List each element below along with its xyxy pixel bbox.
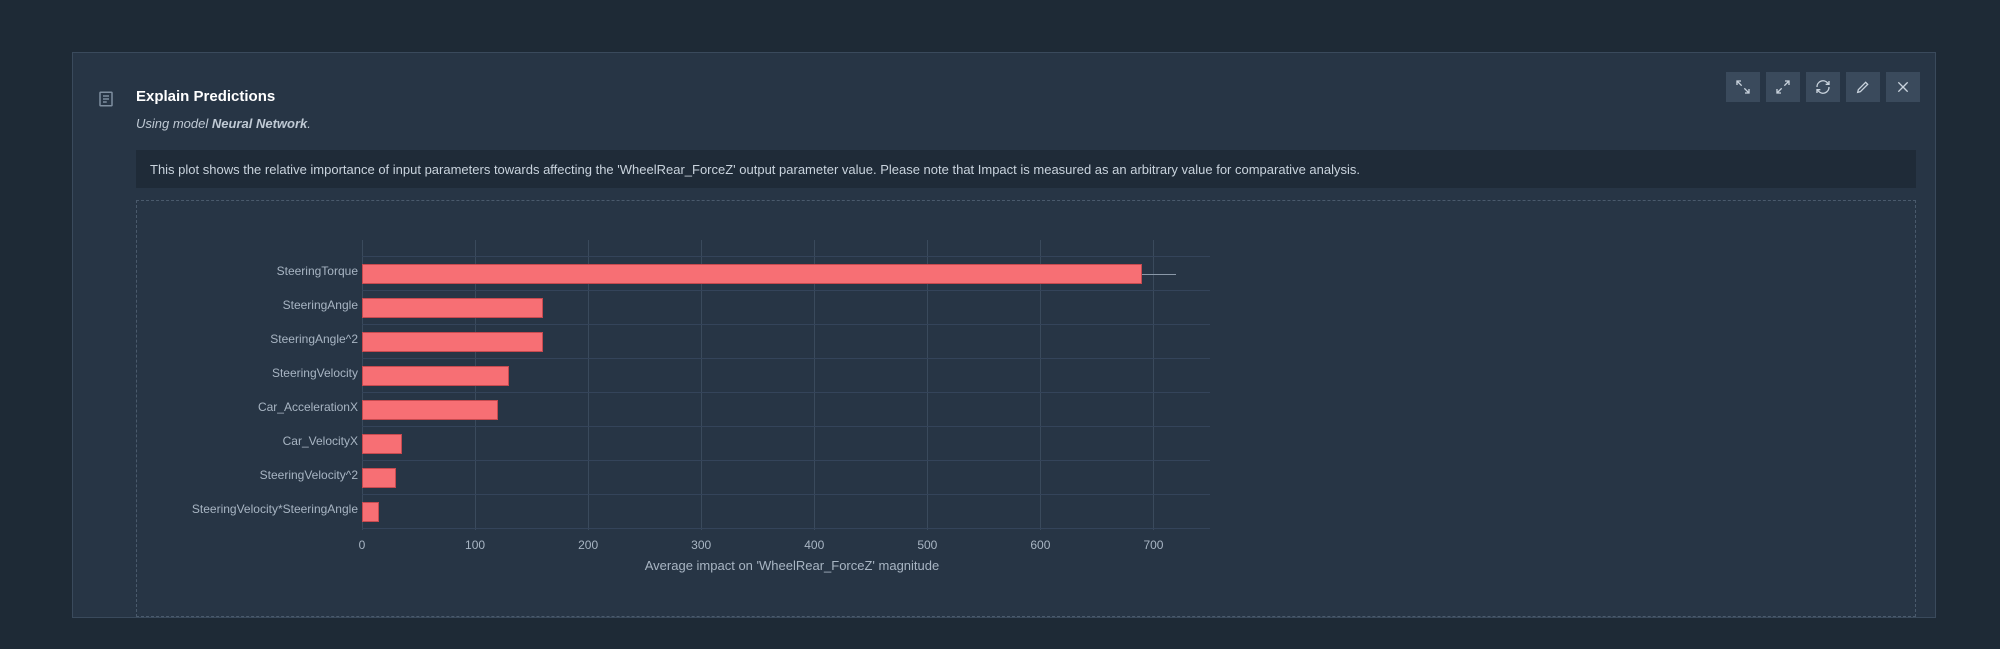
h-gridline	[362, 460, 1210, 461]
bar	[362, 400, 498, 420]
h-gridline	[362, 290, 1210, 291]
subtitle-suffix: .	[307, 116, 311, 131]
x-tick-label: 300	[681, 538, 721, 552]
description-text: This plot shows the relative importance …	[150, 162, 1360, 177]
edit-button[interactable]	[1846, 72, 1880, 102]
x-tick-label: 400	[794, 538, 834, 552]
bar-row: SteeringAngle	[362, 294, 1222, 320]
h-gridline	[362, 494, 1210, 495]
x-tick-label: 0	[342, 538, 382, 552]
category-label: SteeringTorque	[277, 264, 358, 278]
category-label: Car_VelocityX	[283, 434, 358, 448]
description-bar: This plot shows the relative importance …	[136, 150, 1916, 188]
x-tick-label: 200	[568, 538, 608, 552]
collapse-button[interactable]	[1726, 72, 1760, 102]
bar-row: SteeringTorque	[362, 260, 1222, 286]
x-tick-label: 500	[907, 538, 947, 552]
panel-subtitle: Using model Neural Network.	[136, 116, 311, 131]
subtitle-model-name: Neural Network	[212, 116, 307, 131]
x-tick-label: 600	[1020, 538, 1060, 552]
h-gridline	[362, 392, 1210, 393]
bar-row: SteeringVelocity	[362, 362, 1222, 388]
h-gridline	[362, 528, 1210, 529]
chart-plot-area: 0100200300400500600700SteeringTorqueStee…	[362, 240, 1222, 530]
h-gridline	[362, 358, 1210, 359]
h-gridline	[362, 324, 1210, 325]
category-label: SteeringAngle	[283, 298, 358, 312]
category-label: Car_AccelerationX	[258, 400, 358, 414]
refresh-button[interactable]	[1806, 72, 1840, 102]
x-axis-label: Average impact on 'WheelRear_ForceZ' mag…	[362, 558, 1222, 573]
bar-row: Car_VelocityX	[362, 430, 1222, 456]
bar	[362, 502, 379, 522]
bar-row: Car_AccelerationX	[362, 396, 1222, 422]
subtitle-prefix: Using model	[136, 116, 212, 131]
x-tick-label: 700	[1133, 538, 1173, 552]
bar	[362, 332, 543, 352]
h-gridline	[362, 426, 1210, 427]
panel-toolbar	[1726, 72, 1920, 102]
bar-row: SteeringVelocity*SteeringAngle	[362, 498, 1222, 524]
document-list-icon	[97, 90, 115, 108]
category-label: SteeringVelocity^2	[260, 468, 358, 482]
bar	[362, 298, 543, 318]
bar	[362, 264, 1142, 284]
error-whisker	[1142, 274, 1176, 275]
bar-row: SteeringVelocity^2	[362, 464, 1222, 490]
panel-title: Explain Predictions	[136, 88, 275, 105]
bar	[362, 468, 396, 488]
x-tick-label: 100	[455, 538, 495, 552]
category-label: SteeringAngle^2	[270, 332, 358, 346]
bar	[362, 434, 402, 454]
h-gridline	[362, 256, 1210, 257]
category-label: SteeringVelocity	[272, 366, 358, 380]
expand-button[interactable]	[1766, 72, 1800, 102]
category-label: SteeringVelocity*SteeringAngle	[192, 502, 358, 516]
bar	[362, 366, 509, 386]
close-button[interactable]	[1886, 72, 1920, 102]
bar-row: SteeringAngle^2	[362, 328, 1222, 354]
